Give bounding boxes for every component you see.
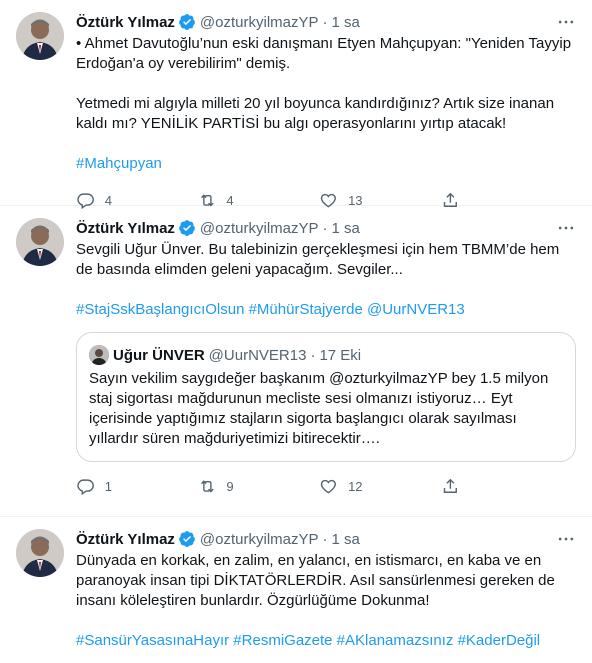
tweet-paragraph: Yetmedi mi algıyla milleti 20 yıl boyunc… bbox=[76, 95, 555, 132]
avatar[interactable] bbox=[16, 529, 64, 577]
quoted-author-name: Uğur ÜNVER bbox=[113, 346, 205, 364]
heart-icon bbox=[321, 479, 337, 494]
tweet-paragraph: • Ahmet Davutoğlu’nun eski danışmanı Ety… bbox=[76, 35, 572, 72]
tweet[interactable]: Öztürk Yılmaz @ozturkyilmazYP · 1 sa Dün… bbox=[0, 517, 592, 663]
avatar[interactable] bbox=[16, 12, 64, 60]
verified-badge-icon bbox=[179, 531, 195, 547]
separator-dot: · bbox=[322, 13, 328, 31]
share-icon bbox=[443, 478, 457, 493]
tweet-text: Dünyada en korkak, en zalim, en yalancı,… bbox=[76, 551, 576, 651]
quoted-author-handle: @UurNVER13 bbox=[208, 346, 307, 364]
separator-dot: · bbox=[310, 346, 316, 364]
tweet-text: Sevgili Uğur Ünver. Bu talebinizin gerçe… bbox=[76, 240, 576, 320]
tweet[interactable]: Öztürk Yılmaz @ozturkyilmazYP · 1 sa • A… bbox=[0, 0, 592, 209]
like-button[interactable]: 12 bbox=[311, 477, 371, 496]
quoted-timestamp: 17 Eki bbox=[319, 346, 362, 364]
tweet-text: • Ahmet Davutoğlu’nun eski danışmanı Ety… bbox=[76, 34, 576, 174]
retweet-count: 9 bbox=[226, 478, 234, 494]
more-options-icon[interactable] bbox=[556, 529, 576, 549]
author-name[interactable]: Öztürk Yılmaz bbox=[76, 220, 175, 237]
separator-dot: · bbox=[322, 219, 328, 237]
retweet-icon bbox=[200, 479, 214, 493]
verified-badge-icon bbox=[179, 220, 195, 236]
hashtag-link[interactable]: #StajSskBaşlangıcıOlsun #MühürStajyerde … bbox=[76, 300, 576, 320]
tweet[interactable]: Öztürk Yılmaz @ozturkyilmazYP · 1 sa Sev… bbox=[0, 206, 592, 517]
tweet-header: Öztürk Yılmaz @ozturkyilmazYP · 1 sa bbox=[76, 12, 576, 32]
hashtag-link[interactable]: #SansürYasasınaHayır #ResmiGazete #AKlan… bbox=[76, 631, 576, 651]
retweet-button[interactable]: 9 bbox=[190, 477, 250, 496]
tweet-header: Öztürk Yılmaz @ozturkyilmazYP · 1 sa bbox=[76, 218, 576, 238]
tweet-header: Öztürk Yılmaz @ozturkyilmazYP · 1 sa bbox=[76, 529, 576, 549]
quoted-tweet-text: Sayın vekilim saygıdeğer başkanım @oztur… bbox=[89, 370, 549, 447]
avatar[interactable] bbox=[16, 218, 64, 266]
separator-dot: · bbox=[322, 530, 328, 548]
quoted-avatar bbox=[89, 345, 109, 365]
timestamp[interactable]: 1 sa bbox=[332, 14, 360, 31]
tweet-actions: 1 9 12 bbox=[68, 470, 493, 502]
reply-count: 1 bbox=[104, 478, 112, 494]
tweet-paragraph: Sevgili Uğur Ünver. Bu talebinizin gerçe… bbox=[76, 241, 560, 278]
verified-badge-icon bbox=[179, 14, 195, 30]
author-handle[interactable]: @ozturkyilmazYP bbox=[200, 220, 319, 237]
tweet-paragraph: Dünyada en korkak, en zalim, en yalancı,… bbox=[76, 552, 555, 609]
reply-icon bbox=[77, 479, 94, 495]
quoted-tweet[interactable]: Uğur ÜNVER @UurNVER13 · 17 Eki Sayın vek… bbox=[76, 332, 576, 462]
timestamp[interactable]: 1 sa bbox=[332, 220, 360, 237]
like-count: 12 bbox=[348, 478, 363, 494]
author-handle[interactable]: @ozturkyilmazYP bbox=[200, 14, 319, 31]
quoted-tweet-header: Uğur ÜNVER @UurNVER13 · 17 Eki bbox=[89, 345, 563, 365]
timestamp[interactable]: 1 sa bbox=[332, 531, 360, 548]
share-button[interactable] bbox=[433, 477, 493, 496]
author-name[interactable]: Öztürk Yılmaz bbox=[76, 531, 175, 548]
timeline: Öztürk Yılmaz @ozturkyilmazYP · 1 sa • A… bbox=[0, 0, 592, 663]
hashtag-link[interactable]: #Mahçupyan bbox=[76, 154, 576, 174]
more-options-icon[interactable] bbox=[556, 12, 576, 32]
more-options-icon[interactable] bbox=[556, 218, 576, 238]
author-handle[interactable]: @ozturkyilmazYP bbox=[200, 531, 319, 548]
author-name[interactable]: Öztürk Yılmaz bbox=[76, 14, 175, 31]
reply-button[interactable]: 1 bbox=[68, 477, 128, 496]
